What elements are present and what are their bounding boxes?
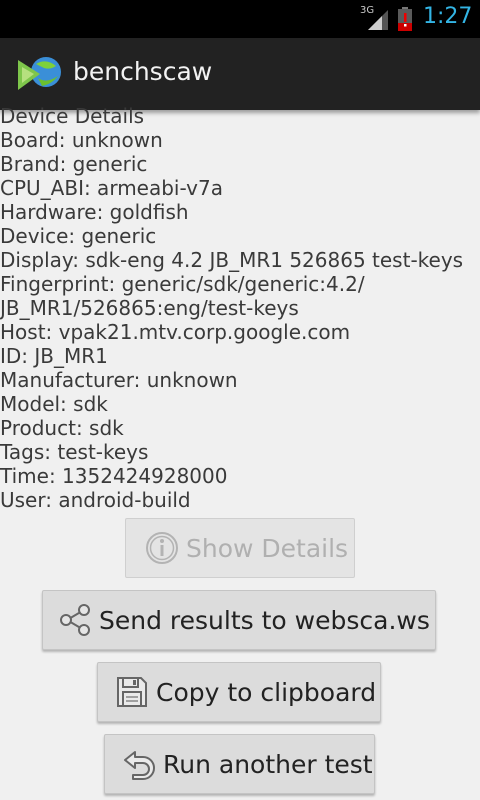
save-icon (117, 677, 147, 707)
status-bar: 3G 1:27 (0, 0, 480, 38)
run-another-test-label: Run another test (163, 749, 373, 779)
details-heading: Device Details (0, 104, 145, 128)
detail-display: Display: sdk-eng 4.2 JB_MR1 526865 test-… (0, 248, 464, 272)
status-time: 1:27 (423, 4, 473, 29)
show-details-button[interactable]: Show Details (125, 518, 355, 578)
copy-to-clipboard-button[interactable]: Copy to clipboard (97, 662, 381, 722)
detail-model: Model: sdk (0, 392, 108, 416)
detail-hardware: Hardware: goldfish (0, 200, 189, 224)
detail-brand: Brand: generic (0, 152, 148, 176)
app-title: benchscaw (73, 57, 213, 86)
detail-fingerprint: Fingerprint: generic/sdk/generic:4.2/ (0, 272, 365, 296)
run-another-test-button[interactable]: Run another test (104, 734, 375, 794)
action-bar: benchscaw (0, 38, 480, 110)
detail-fingerprint-cont: JB_MR1/526865:eng/test-keys (0, 296, 299, 320)
detail-id: ID: JB_MR1 (0, 344, 108, 368)
detail-device: Device: generic (0, 224, 157, 248)
detail-user: User: android-build (0, 488, 191, 512)
detail-manufacturer: Manufacturer: unknown (0, 368, 238, 392)
battery-alert-icon (398, 7, 412, 31)
detail-host: Host: vpak21.mtv.corp.google.com (0, 320, 351, 344)
device-details-list: Device Details Board: unknown Brand: gen… (0, 104, 480, 512)
send-results-button[interactable]: Send results to websca.ws (42, 590, 436, 650)
copy-to-clipboard-label: Copy to clipboard (156, 677, 377, 707)
send-results-label: Send results to websca.ws (99, 605, 430, 635)
signal-icon (368, 10, 388, 30)
info-icon (146, 532, 178, 564)
share-icon (60, 604, 90, 636)
detail-time: Time: 1352424928000 (0, 464, 228, 488)
detail-product: Product: sdk (0, 416, 124, 440)
show-details-label: Show Details (186, 533, 349, 563)
benchscaw-logo-icon[interactable] (16, 50, 64, 98)
detail-tags: Tags: test-keys (0, 440, 149, 464)
undo-icon (124, 751, 155, 780)
detail-board: Board: unknown (0, 128, 163, 152)
detail-cpu-abi: CPU_ABI: armeabi-v7a (0, 176, 223, 200)
